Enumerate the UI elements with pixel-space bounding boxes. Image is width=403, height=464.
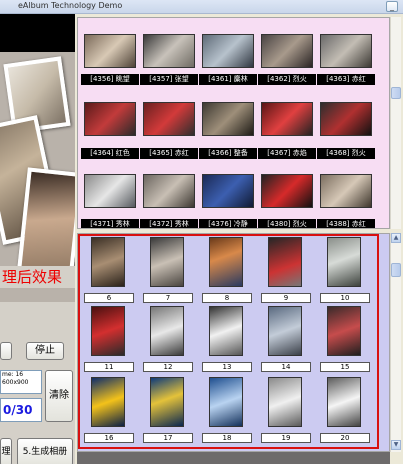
gallery-thumb[interactable]	[202, 174, 254, 208]
selected-label: 11	[84, 362, 134, 372]
album-preview	[0, 52, 75, 302]
selected-thumb[interactable]	[91, 237, 125, 287]
selected-thumb[interactable]	[209, 237, 243, 287]
gallery-label: [4357] 张望	[140, 74, 198, 85]
gallery-label: [4376] 冷静	[199, 219, 257, 228]
selected-thumb[interactable]	[91, 377, 125, 427]
selected-label: 15	[320, 362, 370, 372]
gallery-label: [4372] 秀林	[140, 219, 198, 228]
selected-label: 17	[143, 433, 193, 443]
selected-label: 6	[84, 293, 134, 303]
gallery-label: [4356] 眺望	[81, 74, 139, 85]
selected-thumb[interactable]	[268, 237, 302, 287]
preview-caption: 理后效果	[0, 266, 75, 288]
selected-label: 18	[202, 433, 252, 443]
window-title: eAlbum Technology Demo	[18, 1, 123, 10]
top-scroll-thumb[interactable]	[391, 87, 401, 99]
selected-thumb[interactable]	[209, 306, 243, 356]
selected-label: 8	[202, 293, 252, 303]
gallery-thumb[interactable]	[202, 102, 254, 136]
bottom-strip	[77, 452, 390, 464]
scroll-up-icon[interactable]: ▲	[391, 233, 401, 243]
gallery-label: [4380] 烈火	[258, 219, 316, 228]
minimize-button[interactable]: _	[386, 1, 398, 12]
scroll-down-icon[interactable]: ▼	[391, 440, 401, 450]
selected-label: 7	[143, 293, 193, 303]
selected-label: 16	[84, 433, 134, 443]
selected-thumb[interactable]	[327, 377, 361, 427]
bottom-scroll-thumb[interactable]	[391, 263, 401, 277]
gallery-label: [4365] 赤红	[140, 148, 198, 159]
top-gallery-scrollbar[interactable]	[390, 17, 401, 229]
gallery-label: [4362] 烈火	[258, 74, 316, 85]
selected-label: 13	[202, 362, 252, 372]
selected-label: 9	[261, 293, 311, 303]
gallery-thumb[interactable]	[261, 174, 313, 208]
selected-label: 14	[261, 362, 311, 372]
gallery-label: [4371] 秀林	[81, 219, 139, 228]
gallery-thumb[interactable]	[320, 174, 372, 208]
gallery-thumb[interactable]	[320, 34, 372, 68]
gallery-label: [4367] 赤焰	[258, 148, 316, 159]
gallery-label: [4368] 烈火	[317, 148, 375, 159]
gallery-label: [4361] 麋林	[199, 74, 257, 85]
selected-thumb[interactable]	[268, 306, 302, 356]
gallery-thumb[interactable]	[84, 34, 136, 68]
selected-thumb[interactable]	[150, 237, 184, 287]
selected-label: 10	[320, 293, 370, 303]
gallery-thumb[interactable]	[143, 174, 195, 208]
progress-counter: 0/30	[0, 398, 42, 422]
gallery-label: [4366] 整备	[199, 148, 257, 159]
gallery-thumb[interactable]	[261, 102, 313, 136]
selected-thumb[interactable]	[150, 377, 184, 427]
selected-thumb[interactable]	[327, 237, 361, 287]
gallery-thumb[interactable]	[261, 34, 313, 68]
gallery-label: [4364] 红色	[81, 148, 139, 159]
process-button[interactable]: 理	[0, 438, 12, 464]
gallery-thumb[interactable]	[84, 174, 136, 208]
left-panel: 理后效果 停止 me: 16 600x900 0/30 清除 理 5.生成相册	[0, 14, 75, 464]
info-box: me: 16 600x900	[0, 370, 42, 394]
selected-label: 19	[261, 433, 311, 443]
gallery-thumb[interactable]	[84, 102, 136, 136]
gallery-thumb[interactable]	[143, 102, 195, 136]
selected-thumb[interactable]	[209, 377, 243, 427]
selected-thumb[interactable]	[268, 377, 302, 427]
gallery-label: [4388] 赤红	[317, 219, 375, 228]
selected-thumb[interactable]	[91, 306, 125, 356]
bottom-gallery-scrollbar[interactable]: ▲ ▼	[390, 233, 401, 452]
stop-button[interactable]: 停止	[26, 342, 64, 360]
selected-thumb[interactable]	[327, 306, 361, 356]
start-button[interactable]	[0, 342, 12, 360]
gallery-thumb[interactable]	[143, 34, 195, 68]
gallery-thumb[interactable]	[202, 34, 254, 68]
gallery-thumb[interactable]	[320, 102, 372, 136]
info-line-2: 600x900	[2, 379, 29, 386]
preview-header	[0, 14, 75, 52]
generate-album-button[interactable]: 5.生成相册	[17, 438, 73, 464]
selected-label: 20	[320, 433, 370, 443]
clear-button[interactable]: 清除	[45, 370, 73, 422]
selected-thumb[interactable]	[150, 306, 184, 356]
title-bar: eAlbum Technology Demo _	[0, 0, 403, 14]
selected-label: 12	[143, 362, 193, 372]
top-photo-gallery[interactable]: [4356] 眺望 [4357] 张望 [4361] 麋林 [4362] 烈火 …	[77, 17, 390, 229]
info-line-1: me: 16	[2, 371, 24, 378]
selected-photo-gallery[interactable]: 6 7 8 9 10 11 12 13 14 15 16 17 18 19 20	[77, 233, 390, 452]
gallery-label: [4363] 赤红	[317, 74, 375, 85]
